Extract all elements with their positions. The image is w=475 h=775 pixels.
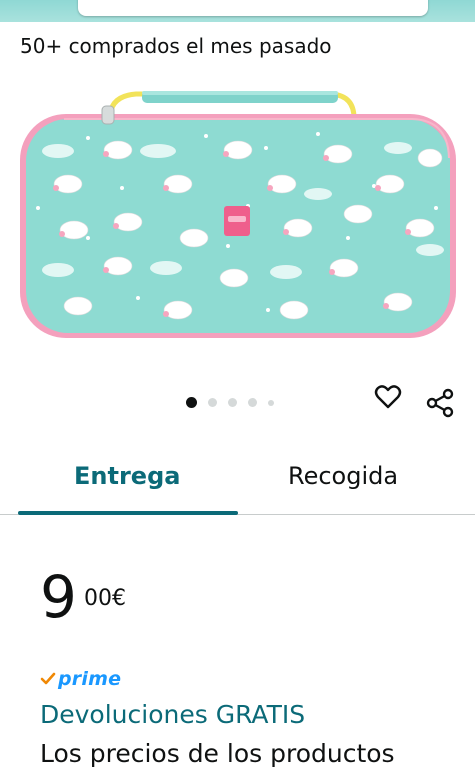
carousel-dot[interactable]	[228, 398, 237, 407]
prime-check-icon	[40, 672, 56, 685]
free-returns-link[interactable]: Devoluciones GRATIS	[40, 700, 305, 729]
prime-badge: prime	[40, 667, 121, 691]
selected-tab-indicator	[18, 511, 238, 515]
top-search-bar	[0, 0, 475, 22]
price-whole: 9	[40, 563, 77, 631]
carousel-dot[interactable]	[248, 398, 257, 407]
search-field[interactable]	[78, 0, 428, 16]
tab-entrega[interactable]: Entrega	[74, 462, 180, 490]
prime-label: prime	[58, 668, 122, 690]
price-note-text: Los precios de los productos	[40, 739, 395, 768]
delivery-tabs: Entrega Recogida	[0, 448, 475, 516]
price-currency: €	[112, 586, 126, 611]
carousel-dot-active[interactable]	[186, 397, 197, 408]
share-icon[interactable]	[426, 388, 454, 418]
price-fraction-currency: 00€	[84, 586, 126, 612]
bought-last-month-text: 50+ comprados el mes pasado	[20, 34, 332, 58]
carousel-dot[interactable]	[208, 398, 217, 407]
heart-icon[interactable]	[374, 383, 402, 411]
price-fraction: 00	[84, 586, 112, 611]
tab-recogida[interactable]: Recogida	[288, 462, 398, 490]
image-carousel-indicator[interactable]	[186, 397, 274, 408]
carousel-dot[interactable]	[268, 399, 274, 406]
product-image[interactable]	[18, 88, 458, 340]
